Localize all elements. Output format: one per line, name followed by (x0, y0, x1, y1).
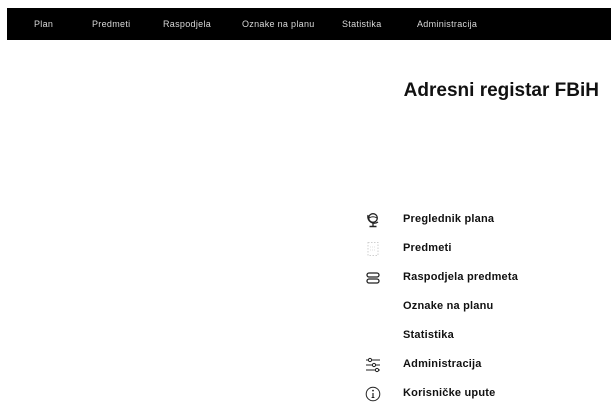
nav-item-raspodjela[interactable]: Raspodjela (163, 8, 211, 40)
menu-item-preglednik-plana[interactable]: Preglednik plana (362, 210, 602, 230)
top-navigation-bar: Plan Predmeti Raspodjela Oznake na planu… (7, 8, 611, 40)
menu-item-raspodjela-predmeta[interactable]: Raspodjela predmeta (362, 268, 602, 288)
page: Plan Predmeti Raspodjela Oznake na planu… (0, 0, 611, 404)
menu-item-label: Administracija (403, 358, 482, 370)
menu-item-label: Statistika (403, 329, 454, 341)
sliders-icon (365, 357, 381, 373)
menu-item-administracija[interactable]: Administracija (362, 355, 602, 375)
menu-item-korisnicke-upute[interactable]: Korisničke upute (362, 384, 602, 404)
menu-item-label: Korisničke upute (403, 387, 496, 399)
nav-item-plan[interactable]: Plan (34, 8, 53, 40)
menu-item-label: Predmeti (403, 242, 452, 254)
menu-item-statistika[interactable]: Statistika (362, 326, 602, 346)
menu-item-oznake-na-planu[interactable]: Oznake na planu (362, 297, 602, 317)
nav-item-statistika[interactable]: Statistika (342, 8, 382, 40)
stack-icon (365, 270, 381, 286)
globe-icon (365, 212, 381, 228)
menu-item-label: Raspodjela predmeta (403, 271, 519, 283)
nav-item-administracija[interactable]: Administracija (417, 8, 477, 40)
nav-item-predmeti[interactable]: Predmeti (92, 8, 130, 40)
nav-item-oznake-na-planu[interactable]: Oznake na planu (242, 8, 315, 40)
document-icon (365, 241, 381, 257)
info-icon (365, 386, 381, 402)
menu-item-predmeti[interactable]: Predmeti (362, 239, 602, 259)
menu-item-label: Oznake na planu (403, 300, 494, 312)
page-title: Adresni registar FBiH (403, 80, 599, 101)
menu-item-label: Preglednik plana (403, 213, 495, 225)
